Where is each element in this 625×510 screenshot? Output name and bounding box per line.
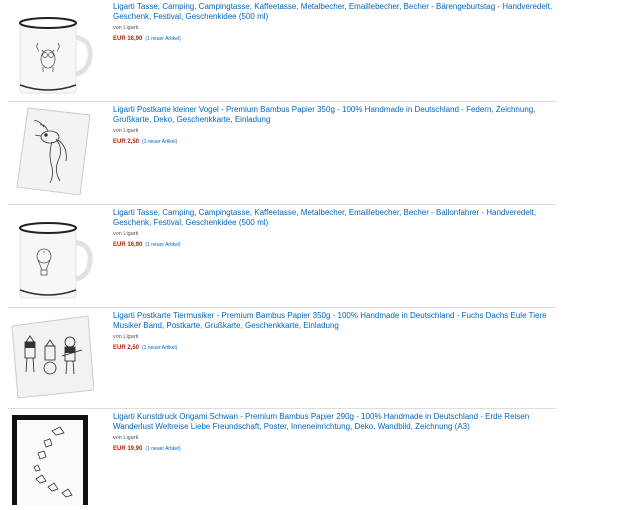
product-price: EUR 16,90 [113, 241, 143, 248]
offers-link[interactable]: (1 neuer Artikel) [142, 345, 177, 351]
divider [8, 101, 556, 102]
product-title-link[interactable]: Ligarti Tasse, Camping, Campingtasse, Ka… [113, 208, 555, 229]
divider [8, 408, 556, 409]
product-title-link[interactable]: Ligarti Tasse, Camping, Campingtasse, Ka… [113, 2, 555, 23]
product-image-print-swans[interactable] [8, 413, 94, 510]
product-title-link[interactable]: Ligarti Kunstdruck Origami Schwan - Prem… [113, 412, 555, 433]
product-title-link[interactable]: Ligarti Postkarte Tiermusiker - Premium … [113, 311, 555, 332]
product-byline: von Ligarti [113, 434, 139, 441]
divider [8, 204, 556, 205]
divider [8, 307, 556, 308]
list-item: Ligarti Kunstdruck Origami Schwan - Prem… [0, 410, 555, 510]
list-item: Ligarti Tasse, Camping, Campingtasse, Ka… [0, 206, 555, 306]
product-byline: von Ligarti [113, 333, 139, 340]
product-price: EUR 2,50 [113, 344, 140, 351]
product-image-postcard-bird[interactable] [8, 105, 94, 196]
offers-link[interactable]: (1 neuer Artikel) [145, 36, 180, 42]
offers-link[interactable]: (1 neuer Artikel) [145, 446, 180, 452]
product-price: EUR 16,90 [113, 35, 143, 42]
product-byline: von Ligarti [113, 127, 139, 134]
list-item: Ligarti Postkarte kleiner Vogel - Premiu… [0, 103, 555, 205]
product-image-postcard-musicians[interactable] [8, 312, 95, 402]
product-byline: von Ligarti [113, 230, 139, 237]
product-image-mug-owl[interactable] [8, 3, 94, 94]
offers-link[interactable]: (1 neuer Artikel) [142, 139, 177, 145]
product-image-mug-balloon[interactable] [8, 208, 94, 299]
product-title-link[interactable]: Ligarti Postkarte kleiner Vogel - Premiu… [113, 105, 555, 126]
list-item: Ligarti Postkarte Tiermusiker - Premium … [0, 309, 555, 407]
product-byline: von Ligarti [113, 24, 139, 31]
list-item: Ligarti Tasse, Camping, Campingtasse, Ka… [0, 0, 555, 100]
offers-link[interactable]: (1 neuer Artikel) [145, 242, 180, 248]
product-price: EUR 2,50 [113, 138, 140, 145]
product-price: EUR 19,90 [113, 445, 143, 452]
